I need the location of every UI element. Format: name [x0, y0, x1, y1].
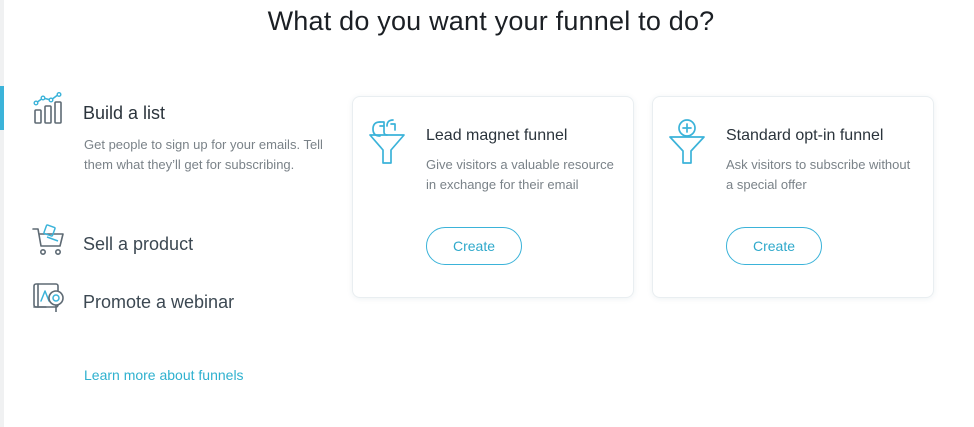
funnel-title: Lead magnet funnel	[426, 127, 568, 144]
goal-label: Promote a webinar	[83, 292, 235, 312]
webinar-icon	[33, 283, 64, 312]
page-title: What do you want your funnel to do?	[267, 6, 715, 36]
goal-label: Build a list	[83, 103, 166, 123]
funnel-description: Ask visitors to subscribe without a spec…	[726, 157, 911, 192]
goal-description: Get people to sign up for your emails. T…	[84, 137, 323, 172]
create-standard-opt-in-funnel-button[interactable]: Create	[726, 227, 822, 265]
opt-in-funnel-icon	[669, 119, 705, 164]
magnet-funnel-icon	[369, 119, 405, 164]
learn-more-link[interactable]: Learn more about funnels	[84, 367, 244, 383]
goal-label: Sell a product	[83, 234, 194, 254]
funnel-title: Standard opt-in funnel	[726, 127, 884, 144]
create-lead-magnet-funnel-button[interactable]: Create	[426, 227, 522, 265]
bar-chart-growth-icon	[33, 92, 62, 124]
funnel-card-lead-magnet: Lead magnet funnel Give visitors a valua…	[352, 96, 634, 298]
funnel-description: Give visitors a valuable resource in exc…	[426, 157, 614, 192]
active-goal-indicator	[0, 86, 4, 130]
funnel-card-standard-opt-in: Standard opt-in funnel Ask visitors to s…	[652, 96, 934, 298]
funnel-goal-page: What do you want your funnel to do? Buil…	[0, 0, 974, 427]
shopping-cart-icon	[32, 224, 64, 255]
